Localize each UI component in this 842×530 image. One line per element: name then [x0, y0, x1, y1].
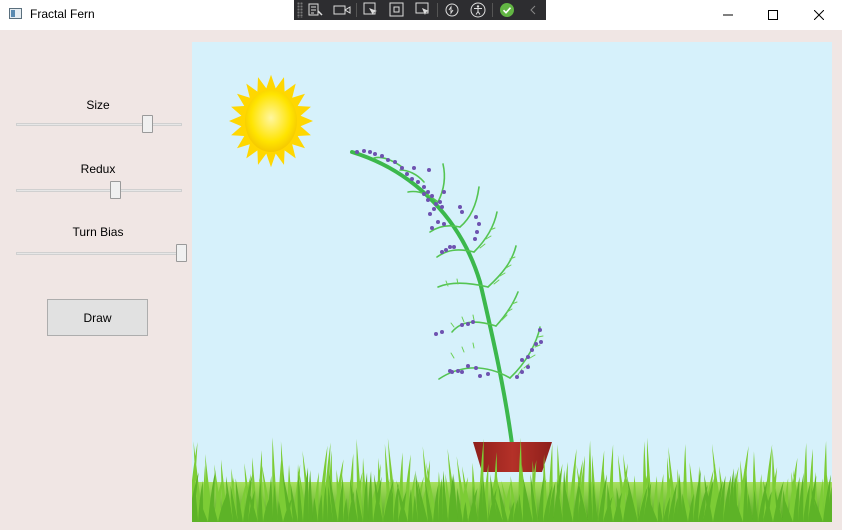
berry: [486, 372, 490, 376]
berry: [539, 340, 543, 344]
berry: [477, 222, 481, 226]
flower-pot: [473, 442, 552, 472]
draw-button[interactable]: Draw: [47, 299, 148, 336]
collapse-chevron-icon[interactable]: [520, 0, 546, 20]
berry: [440, 330, 444, 334]
debug-toolbar: [294, 0, 546, 20]
berry: [460, 370, 464, 374]
close-button[interactable]: [796, 0, 842, 29]
berry: [452, 245, 456, 249]
turn-bias-slider[interactable]: [16, 243, 187, 263]
berry: [426, 190, 430, 194]
berry: [473, 237, 477, 241]
client-area: Size Redux Turn Bias Draw: [0, 30, 842, 530]
berry: [526, 365, 530, 369]
berry: [440, 250, 444, 254]
window-app-icon: [9, 8, 22, 19]
berry: [442, 222, 446, 226]
berry: [386, 158, 390, 162]
berry: [456, 369, 460, 373]
berry: [474, 215, 478, 219]
berry: [393, 160, 397, 164]
berry: [440, 205, 444, 209]
select-element-icon[interactable]: [358, 0, 384, 20]
slider-track: [16, 123, 182, 126]
berry: [355, 150, 359, 154]
berry: [373, 152, 377, 156]
berry: [362, 149, 366, 153]
berry: [438, 200, 442, 204]
berry: [442, 190, 446, 194]
size-slider[interactable]: [16, 114, 182, 134]
berry: [526, 355, 530, 359]
record-icon[interactable]: [329, 0, 355, 20]
berry: [478, 374, 482, 378]
berry: [426, 198, 430, 202]
berry: [405, 172, 409, 176]
berry: [380, 154, 384, 158]
berry: [432, 207, 436, 211]
berry: [530, 348, 534, 352]
berry: [400, 166, 404, 170]
display-adorners-icon[interactable]: [384, 0, 410, 20]
berry: [520, 358, 524, 362]
slider-thumb[interactable]: [176, 244, 187, 262]
hot-reload-icon[interactable]: [439, 0, 465, 20]
berry: [474, 366, 478, 370]
berry: [466, 364, 470, 368]
berry: [430, 226, 434, 230]
berry: [515, 375, 519, 379]
slider-track: [16, 252, 182, 255]
track-focus-icon[interactable]: [410, 0, 436, 20]
berry: [448, 369, 452, 373]
berry: [444, 248, 448, 252]
slider-track: [16, 189, 182, 192]
slider-thumb[interactable]: [110, 181, 122, 199]
berry: [427, 168, 431, 172]
slider-thumb[interactable]: [142, 115, 154, 133]
berry: [520, 370, 524, 374]
berry: [448, 245, 452, 249]
maximize-button[interactable]: [750, 0, 796, 29]
accessibility-icon[interactable]: [465, 0, 491, 20]
size-label: Size: [86, 98, 110, 112]
berry: [475, 230, 479, 234]
title-bar: Fractal Fern: [0, 0, 842, 30]
berry: [368, 150, 372, 154]
check-icon[interactable]: [494, 0, 520, 20]
berry: [460, 323, 464, 327]
minimize-button[interactable]: [705, 0, 751, 29]
close-icon: [814, 9, 824, 20]
turn-bias-label: Turn Bias: [72, 225, 124, 239]
berry: [458, 205, 462, 209]
berry: [538, 328, 542, 332]
berry: [410, 177, 414, 181]
berry: [436, 220, 440, 224]
berry: [430, 194, 434, 198]
berry: [422, 185, 426, 189]
berry: [416, 180, 420, 184]
berry: [460, 210, 464, 214]
maximize-icon: [768, 9, 778, 20]
window-title: Fractal Fern: [30, 7, 95, 21]
berry: [466, 322, 470, 326]
berry: [428, 212, 432, 216]
redux-slider[interactable]: [16, 180, 182, 200]
berry: [422, 192, 426, 196]
berry: [412, 166, 416, 170]
redux-label: Redux: [80, 162, 116, 176]
berry: [471, 320, 475, 324]
berry: [534, 342, 538, 346]
fern-canvas: [192, 42, 832, 522]
berry: [434, 332, 438, 336]
berry: [434, 202, 438, 206]
minimize-icon: [723, 14, 733, 15]
live-visual-tree-icon[interactable]: [303, 0, 329, 20]
